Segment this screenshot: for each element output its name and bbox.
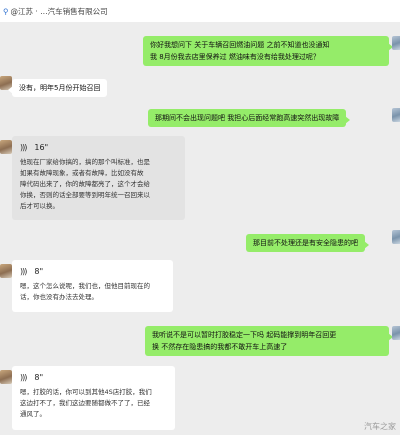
voice-message-card[interactable]: ))) 8" 嗯，打胶的话，你可以到其他4S店打胶，我们 这边打不了，我们这边要… [12, 366, 175, 430]
voice-message-card[interactable]: ))) 8" 嗯，这个怎么说呢，我们也，但他目前现在的 话，你也没有办法去处理。 [12, 260, 173, 312]
my-avatar[interactable] [392, 36, 400, 50]
watermark: 汽车之家 [364, 422, 396, 431]
my-avatar[interactable] [392, 230, 400, 244]
contact-avatar[interactable] [0, 264, 12, 278]
voice-message-card[interactable]: ))) 16" 他现在厂家给你搞的，搞的那个叫标准，也是 如果有故障现象，或者有… [12, 136, 185, 220]
message-outgoing[interactable]: 你好我想问下 关于车辆召回燃油问题 之前不知道也没通知 我 8月份我去店里保养过… [143, 36, 393, 66]
message-outgoing[interactable]: 那目前不处理还是有安全隐患的吧 [246, 234, 369, 252]
voice-wave-icon: ))) [20, 143, 27, 152]
location-icon: ⚲ [3, 6, 9, 16]
message-text: 没有，明年5月份开始召回 [19, 84, 101, 92]
voice-message[interactable]: ))) 16" [20, 142, 177, 153]
message-text-line: 我 8月份我去店里保养过 燃油味有没有给我处理过呢？ [150, 53, 320, 61]
message-incoming[interactable]: 没有，明年5月份开始召回 [7, 79, 108, 97]
voice-duration: 8" [34, 373, 44, 382]
my-avatar[interactable] [392, 326, 400, 340]
message-text-line: 你好我想问下 关于车辆召回燃油问题 之前不知道也没通知 [150, 41, 330, 49]
message-outgoing[interactable]: 那期间不会出现问题吧 我担心后面经常跑高速突然出现故障 [148, 109, 351, 127]
contact-avatar[interactable] [0, 370, 12, 384]
chat-header: ⚲ @江苏 · …汽车销售有限公司 [0, 0, 400, 22]
contact-avatar[interactable] [0, 140, 12, 154]
voice-duration: 8" [34, 267, 44, 276]
message-text: 那目前不处理还是有安全隐患的吧 [253, 239, 358, 247]
voice-transcript: 嗯，打胶的话，你可以到其他4S店打胶，我们 这边打不了，我们这边要随都做不了了，… [20, 388, 152, 418]
message-outgoing[interactable]: 我听说不是可以暂时打胶稳定一下吗 起码能撑到明年召回更 换 不然存在隐患搞的我都… [145, 326, 393, 356]
message-text-line: 换 不然存在隐患搞的我都不敢开车上高速了 [152, 343, 288, 351]
voice-transcript: 他现在厂家给你搞的，搞的那个叫标准，也是 如果有故障现象，或者有故障，比如没有故… [20, 158, 150, 210]
voice-wave-icon: ))) [20, 267, 27, 276]
message-text-line: 我听说不是可以暂时打胶稳定一下吗 起码能撑到明年召回更 [152, 331, 337, 339]
message-text: 那期间不会出现问题吧 我担心后面经常跑高速突然出现故障 [155, 114, 340, 122]
voice-duration: 16" [34, 143, 49, 152]
voice-message[interactable]: ))) 8" [20, 266, 165, 277]
my-avatar[interactable] [392, 108, 400, 122]
voice-message[interactable]: ))) 8" [20, 372, 167, 383]
voice-transcript: 嗯，这个怎么说呢，我们也，但他目前现在的 话，你也没有办法去处理。 [20, 282, 150, 301]
voice-wave-icon: ))) [20, 373, 27, 382]
company-name: @江苏 · …汽车销售有限公司 [10, 6, 108, 16]
